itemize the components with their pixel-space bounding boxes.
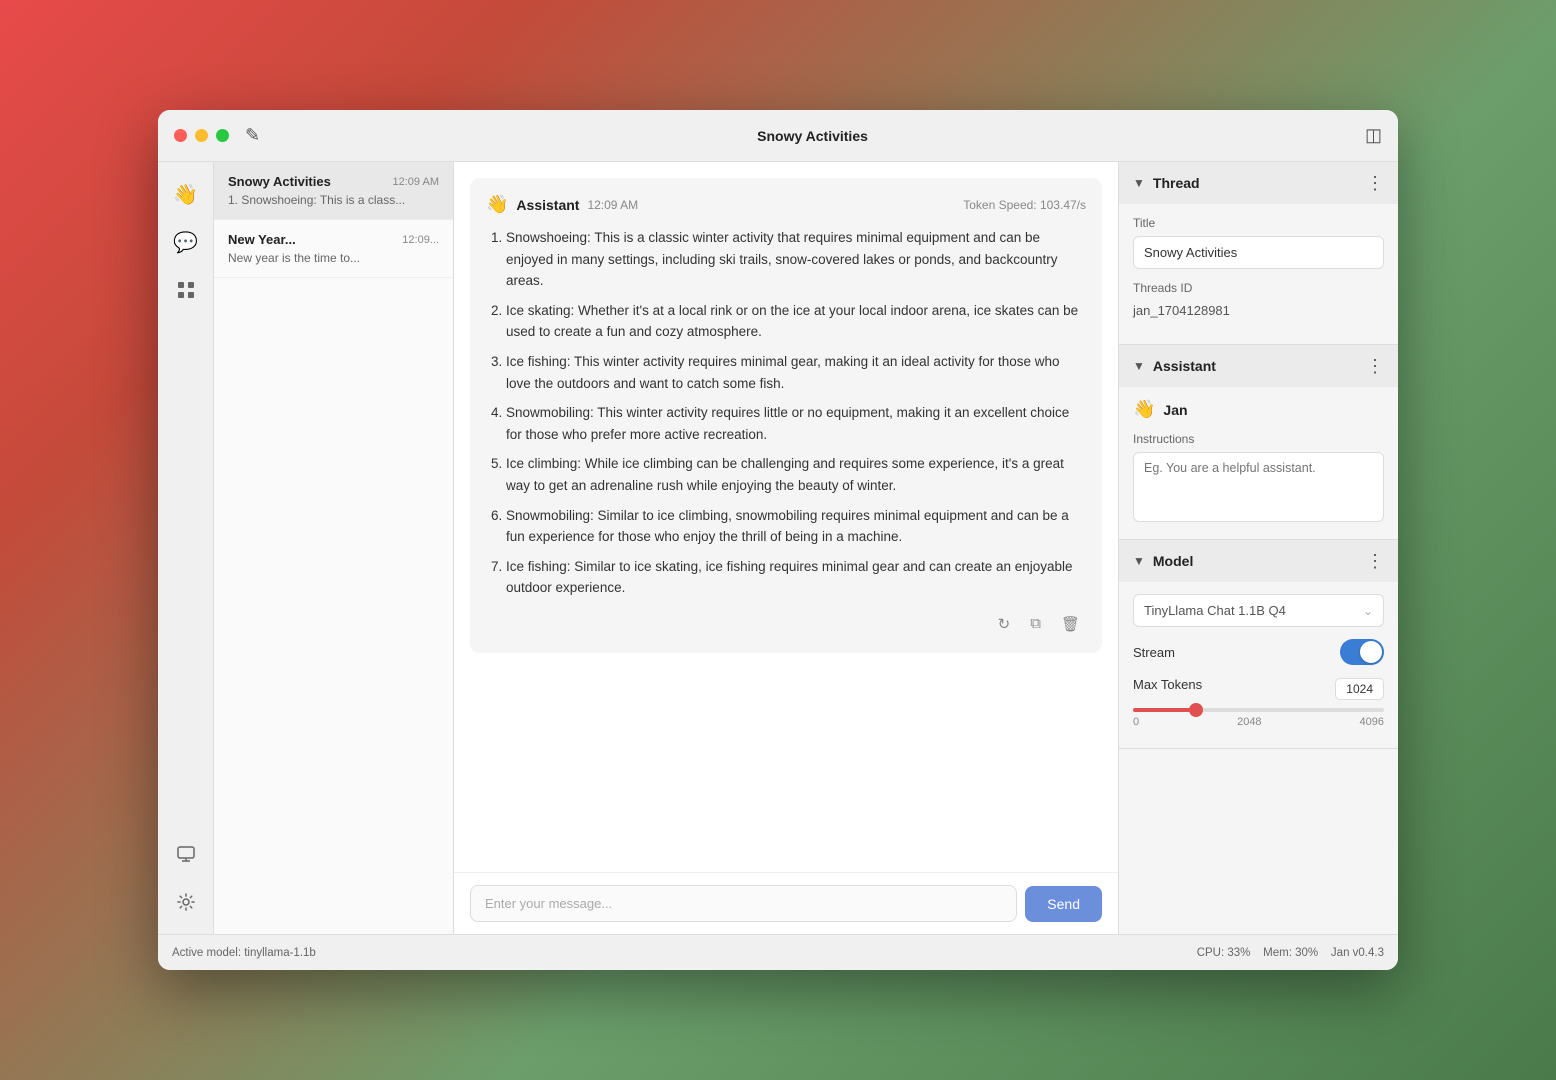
thread-section-header: ▼ Thread ⋮: [1119, 162, 1398, 204]
version-label: Jan v0.4.3: [1331, 947, 1384, 959]
main-layout: 👋 💬: [158, 162, 1398, 934]
message-actions: ↻ ⧉ 🗑: [486, 607, 1086, 637]
copy-message-button[interactable]: ⧉: [1024, 611, 1047, 637]
mem-status: Mem: 30%: [1263, 947, 1318, 959]
nav-chat-icon[interactable]: 💬: [166, 222, 206, 262]
split-view-icon[interactable]: ◫: [1365, 125, 1382, 146]
maximize-button[interactable]: [216, 129, 229, 142]
message-header: 👋 Assistant 12:09 AM Token Speed: 103.47…: [486, 194, 1086, 215]
assistant-section-name: Jan: [1163, 402, 1187, 418]
list-item: Snowmobiling: This winter activity requi…: [506, 402, 1086, 445]
thread-time: 12:09 AM: [393, 176, 439, 188]
assistant-section-content: 👋 Jan Instructions: [1119, 387, 1398, 539]
assistant-more-button[interactable]: ⋮: [1366, 357, 1384, 375]
chat-input-area: Send: [454, 872, 1118, 934]
thread-title: Snowy Activities: [228, 174, 331, 189]
nav-grid-icon[interactable]: [166, 270, 206, 310]
model-chevron-icon[interactable]: ▼: [1133, 554, 1145, 568]
message-author-name: Assistant: [516, 197, 579, 213]
window-title: Snowy Activities: [260, 128, 1365, 144]
icon-nav: 👋 💬: [158, 162, 214, 934]
compose-icon[interactable]: ✎: [245, 125, 260, 146]
stream-toggle-row: Stream: [1133, 639, 1384, 665]
instructions-input[interactable]: [1133, 452, 1384, 522]
slider-mid-label: 2048: [1237, 716, 1261, 728]
stream-label: Stream: [1133, 645, 1175, 660]
chat-area: 👋 Assistant 12:09 AM Token Speed: 103.47…: [454, 162, 1118, 934]
thread-preview: 1. Snowshoeing: This is a class...: [228, 193, 439, 207]
assistant-section-header: ▼ Assistant ⋮: [1119, 345, 1398, 387]
model-select-chevron-icon: ⌄: [1363, 604, 1373, 618]
max-tokens-label: Max Tokens: [1133, 677, 1202, 692]
status-metrics: CPU: 33% Mem: 30% Jan v0.4.3: [1197, 947, 1384, 959]
model-selector[interactable]: TinyLlama Chat 1.1B Q4 ⌄: [1133, 594, 1384, 627]
list-item: Ice fishing: This winter activity requir…: [506, 351, 1086, 394]
assistant-section: ▼ Assistant ⋮ 👋 Jan Instructions: [1119, 345, 1398, 540]
thread-item-newyear[interactable]: New Year... 12:09... New year is the tim…: [214, 220, 453, 278]
delete-message-button[interactable]: 🗑: [1055, 611, 1086, 637]
window-controls: [174, 129, 229, 142]
model-section-content: TinyLlama Chat 1.1B Q4 ⌄ Stream Max Toke…: [1119, 582, 1398, 748]
assistant-section-title: Assistant: [1153, 358, 1216, 374]
model-more-button[interactable]: ⋮: [1366, 552, 1384, 570]
max-tokens-section: Max Tokens 1024 0 2048 4096: [1133, 677, 1384, 728]
statusbar: Active model: tinyllama-1.1b CPU: 33% Me…: [158, 934, 1398, 970]
thread-title: New Year...: [228, 232, 296, 247]
threads-id-value: jan_1704128981: [1133, 301, 1384, 320]
thread-section-title: Thread: [1153, 175, 1200, 191]
model-section-header: ▼ Model ⋮: [1119, 540, 1398, 582]
minimize-button[interactable]: [195, 129, 208, 142]
max-tokens-value: 1024: [1335, 678, 1384, 700]
thread-more-button[interactable]: ⋮: [1366, 174, 1384, 192]
active-model-label: Active model: tinyllama-1.1b: [172, 947, 316, 959]
slider-min-label: 0: [1133, 716, 1139, 728]
thread-section-content: Title Snowy Activities Threads ID jan_17…: [1119, 204, 1398, 344]
titlebar: ✎ Snowy Activities ◫: [158, 110, 1398, 162]
nav-settings-icon[interactable]: [166, 882, 206, 922]
assistant-section-emoji: 👋: [1133, 399, 1155, 420]
thread-list: Snowy Activities 12:09 AM 1. Snowshoeing…: [214, 162, 454, 934]
model-section-title: Model: [1153, 553, 1193, 569]
thread-chevron-icon[interactable]: ▼: [1133, 176, 1145, 190]
send-button[interactable]: Send: [1025, 886, 1102, 922]
nav-monitor-icon[interactable]: [166, 834, 206, 874]
thread-section: ▼ Thread ⋮ Title Snowy Activities Thread…: [1119, 162, 1398, 345]
refresh-message-button[interactable]: ↻: [992, 611, 1017, 637]
message-author: 👋 Assistant 12:09 AM: [486, 194, 638, 215]
message-block: 👋 Assistant 12:09 AM Token Speed: 103.47…: [470, 178, 1102, 653]
cpu-status: CPU: 33%: [1197, 947, 1251, 959]
stream-toggle[interactable]: [1340, 639, 1384, 665]
list-item: Ice skating: Whether it's at a local rin…: [506, 300, 1086, 343]
slider-thumb: [1189, 703, 1203, 717]
token-speed: Token Speed: 103.47/s: [963, 198, 1086, 212]
slider-fill: [1133, 708, 1196, 712]
max-tokens-slider[interactable]: [1133, 708, 1384, 712]
assistant-chevron-icon[interactable]: ▼: [1133, 359, 1145, 373]
message-author-time: 12:09 AM: [587, 198, 638, 212]
message-content: Snowshoeing: This is a classic winter ac…: [486, 227, 1086, 599]
title-field-label: Title: [1133, 216, 1384, 230]
list-item: Snowmobiling: Similar to ice climbing, s…: [506, 505, 1086, 548]
chat-input[interactable]: [470, 885, 1017, 922]
model-name: TinyLlama Chat 1.1B Q4: [1144, 603, 1286, 618]
close-button[interactable]: [174, 129, 187, 142]
right-panel: ▼ Thread ⋮ Title Snowy Activities Thread…: [1118, 162, 1398, 934]
model-section: ▼ Model ⋮ TinyLlama Chat 1.1B Q4 ⌄ Strea…: [1119, 540, 1398, 749]
title-field-value[interactable]: Snowy Activities: [1133, 236, 1384, 269]
thread-time: 12:09...: [402, 234, 439, 246]
assistant-emoji: 👋: [486, 194, 508, 215]
thread-item-snowy[interactable]: Snowy Activities 12:09 AM 1. Snowshoeing…: [214, 162, 453, 220]
nav-hand-icon[interactable]: 👋: [166, 174, 206, 214]
list-item: Ice fishing: Similar to ice skating, ice…: [506, 556, 1086, 599]
instructions-label: Instructions: [1133, 432, 1384, 446]
list-item: Snowshoeing: This is a classic winter ac…: [506, 227, 1086, 292]
toggle-knob: [1360, 641, 1382, 663]
threads-id-label: Threads ID: [1133, 281, 1384, 295]
thread-preview: New year is the time to...: [228, 251, 439, 265]
list-item: Ice climbing: While ice climbing can be …: [506, 453, 1086, 496]
slider-max-label: 4096: [1360, 716, 1384, 728]
chat-messages: 👋 Assistant 12:09 AM Token Speed: 103.47…: [454, 162, 1118, 872]
